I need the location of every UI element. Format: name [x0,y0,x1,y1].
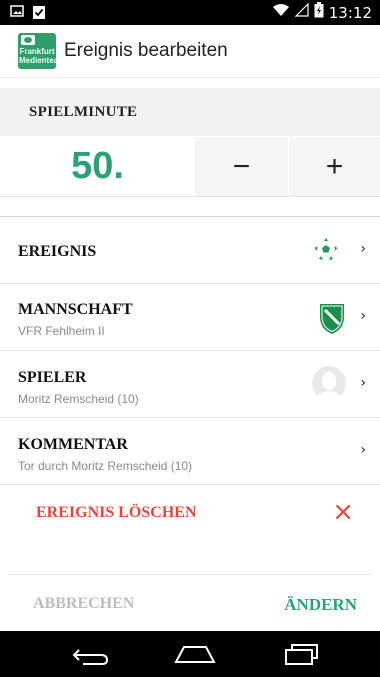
navigation-bar [0,631,380,677]
player-row-title: SPIELER [18,369,87,386]
player-row-subtitle: Moritz Remscheid (10) [18,392,139,406]
back-icon[interactable] [71,645,111,670]
chevron-right-icon: › [360,375,366,391]
action-bar: Frankfurt Medienteam Ereignis bearbeiten [0,25,380,78]
chevron-right-icon: › [360,308,366,324]
app-logo[interactable]: Frankfurt Medienteam [18,33,56,69]
soccer-ball-icon [313,237,339,268]
team-row-title: MANNSCHAFT [18,301,133,318]
minute-section-header: SPIELMINUTE [0,88,380,136]
team-row[interactable]: MANNSCHAFT VFR Fehlheim II › [0,284,380,351]
clipboard-check-icon [32,4,46,25]
delete-event-label: EREIGNIS LÖSCHEN [36,504,197,521]
decrement-minute-button[interactable]: − [195,137,289,196]
delete-x-icon: × [332,497,354,527]
home-icon[interactable] [174,644,216,669]
signal-icon [294,2,309,22]
battery-charging-icon [314,2,324,23]
recent-apps-icon[interactable] [284,642,320,671]
comment-row-title: KOMMENTAR [18,436,128,453]
status-time: 13:12 [328,3,372,22]
team-row-subtitle: VFR Fehlheim II [18,324,105,338]
event-row-title: EREIGNIS [18,243,97,260]
comment-row-subtitle: Tor durch Moritz Remscheid (10) [18,459,193,473]
delete-event-button[interactable]: EREIGNIS LÖSCHEN × [0,485,380,541]
minute-value: 50. [71,145,124,187]
page-title: Ereignis bearbeiten [64,40,228,61]
chevron-right-icon: › [360,442,366,458]
save-changes-button[interactable]: ÄNDERN [284,595,357,615]
player-row[interactable]: SPIELER Moritz Remscheid (10) › [0,351,380,418]
image-icon [10,4,24,25]
app-logo-text: Frankfurt Medienteam [19,47,56,65]
increment-minute-button[interactable]: + [289,137,380,196]
cancel-button[interactable]: ABBRECHEN [33,595,134,613]
minute-section-label: SPIELMINUTE [29,103,138,120]
status-bar: 13:12 [0,0,380,25]
club-crest-icon [318,301,346,340]
event-row[interactable]: EREIGNIS › [0,216,380,284]
chevron-right-icon: › [360,241,366,257]
player-avatar-icon [312,366,346,405]
minute-stepper: 50. − + [0,137,380,197]
wifi-icon [272,3,290,22]
comment-row[interactable]: KOMMENTAR Tor durch Moritz Remscheid (10… [0,418,380,485]
footer-divider [8,574,372,575]
